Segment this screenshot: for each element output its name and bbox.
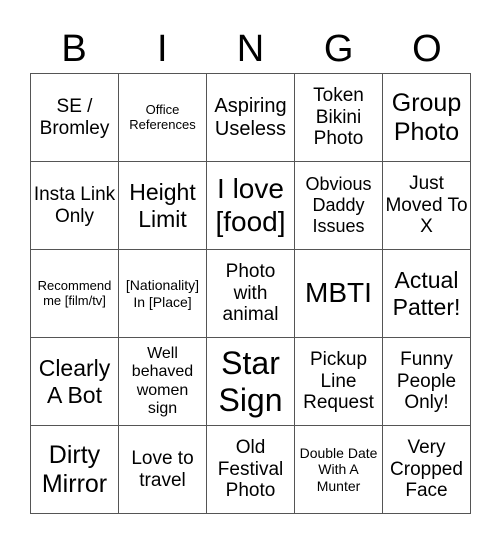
bingo-cell[interactable]: Love to travel xyxy=(119,426,207,514)
bingo-grid: SE / Bromley Office References Aspiring … xyxy=(30,73,471,514)
bingo-cell[interactable]: Photo with animal xyxy=(207,250,295,338)
bingo-cell[interactable]: Office References xyxy=(119,74,207,162)
header-letter-i: I xyxy=(157,28,168,70)
header-letter-b: B xyxy=(61,28,87,70)
bingo-cell[interactable]: Just Moved To X xyxy=(383,162,471,250)
bingo-cell[interactable]: Aspiring Useless xyxy=(207,74,295,162)
bingo-cell[interactable]: Very Cropped Face xyxy=(383,426,471,514)
bingo-cell[interactable]: Insta Link Only xyxy=(31,162,119,250)
header-letter-n: N xyxy=(236,28,265,70)
bingo-cell[interactable]: Pickup Line Request xyxy=(295,338,383,426)
bingo-cell[interactable]: Height Limit xyxy=(119,162,207,250)
header-letter-o: O xyxy=(412,28,442,70)
bingo-cell[interactable]: Clearly A Bot xyxy=(31,338,119,426)
bingo-cell[interactable]: MBTI xyxy=(295,250,383,338)
bingo-cell[interactable]: Double Date With A Munter xyxy=(295,426,383,514)
bingo-cell[interactable]: Dirty Mirror xyxy=(31,426,119,514)
bingo-cell[interactable]: Funny People Only! xyxy=(383,338,471,426)
bingo-cell[interactable]: [Nationality] In [Place] xyxy=(119,250,207,338)
bingo-cell[interactable]: SE / Bromley xyxy=(31,74,119,162)
bingo-cell[interactable]: Obvious Daddy Issues xyxy=(295,162,383,250)
bingo-cell[interactable]: Recommend me [film/tv] xyxy=(31,250,119,338)
bingo-cell[interactable]: Old Festival Photo xyxy=(207,426,295,514)
bingo-cell[interactable]: Star Sign xyxy=(207,338,295,426)
bingo-cell[interactable]: Token Bikini Photo xyxy=(295,74,383,162)
bingo-cell[interactable]: Group Photo xyxy=(383,74,471,162)
bingo-cell[interactable]: Actual Patter! xyxy=(383,250,471,338)
bingo-cell[interactable]: I love [food] xyxy=(207,162,295,250)
header-letter-g: G xyxy=(323,28,354,70)
bingo-header: B I N G O xyxy=(30,26,471,72)
bingo-cell[interactable]: Well behaved women sign xyxy=(119,338,207,426)
